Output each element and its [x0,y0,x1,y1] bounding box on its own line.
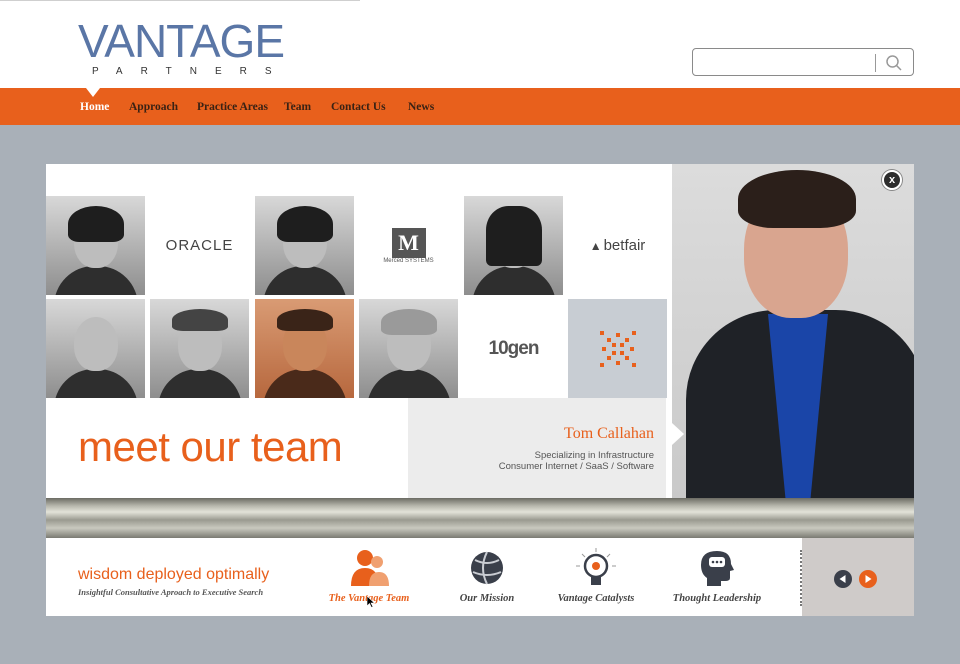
photo-shoulders [158,369,242,398]
photo-shoulders [54,266,138,295]
betfair-logo-tile[interactable]: ▲ betfair [568,196,667,295]
tengen-logo: 10gen [488,337,540,359]
decorative-rail [46,498,914,538]
search-icon[interactable] [885,54,903,72]
photo-shoulders [263,266,347,295]
photo-shoulders [472,266,556,295]
vantage-logo[interactable]: VANTAGE PARTNERS [78,18,285,82]
photo-shoulders [367,369,451,398]
team-photo-1[interactable] [46,196,145,295]
feature-our-mission[interactable]: Our Mission [432,546,542,610]
feature-label: Our Mission [459,593,515,604]
feature-vantage-catalysts[interactable]: Vantage Catalysts [541,546,651,610]
feature-bar: wisdom deployed optimally Insightful Con… [46,538,914,616]
search-input[interactable] [699,53,869,71]
tagline: wisdom deployed optimally [78,566,270,583]
search-divider [875,54,876,72]
logo-subtitle: PARTNERS [92,66,290,77]
photo-shoulders [54,369,138,398]
photo-face [74,317,118,371]
search-box [692,48,914,76]
thinking-head-icon [701,551,734,586]
photo-hair [277,309,333,331]
nav-team[interactable]: Team [284,101,311,113]
photo-shoulders [263,369,347,398]
featured-name: Tom Callahan [564,425,654,442]
photo-hair [486,206,542,266]
starburst-logo-tile[interactable] [568,299,667,398]
team-icon [351,550,389,586]
merced-logo-mark: M [391,227,426,258]
close-button[interactable]: x [882,170,902,190]
featured-photo [672,164,914,498]
oracle-logo: ORACLE [165,237,234,254]
featured-bio-panel: Tom Callahan Specializing in Infrastruct… [408,398,666,498]
photo-hair [172,309,228,331]
nav-practice-areas[interactable]: Practice Areas [197,101,268,113]
meet-our-team-heading: meet our team [78,423,343,470]
tengen-logo-tile[interactable]: 10gen [464,299,563,398]
featured-pointer [672,423,684,445]
logo-wordmark: VANTAGE [78,15,285,67]
betfair-arrow-icon: ▲ [589,238,602,253]
mouse-cursor-icon [367,596,375,608]
featured-specialty-2: Consumer Internet / SaaS / Software [498,461,654,472]
globe-icon [471,551,503,585]
carousel-controls [802,538,914,616]
photo-hair [381,309,437,335]
merced-logo-tile[interactable]: M Merced SYSTEMS [359,196,458,295]
arrow-right-icon[interactable] [859,570,877,588]
merced-logo-text: Merced SYSTEMS [383,257,434,264]
starburst-logo-icon [599,330,636,367]
feature-thought-leadership[interactable]: Thought Leadership [662,546,772,610]
arrow-left-icon[interactable] [834,570,852,588]
team-photo-5[interactable] [150,299,249,398]
hero-hair [738,170,856,228]
oracle-logo-tile[interactable]: ORACLE [150,196,249,295]
nav-contact-us[interactable]: Contact Us [331,101,386,113]
tagline-subtitle: Insightful Consultative Aproach to Execu… [78,587,264,597]
team-modal: ORACLE M Merced SYSTEMS ▲ betfair 10gen … [46,164,914,616]
featured-specialty-1: Specializing in Infrastructure [534,450,654,461]
team-photo-3[interactable] [464,196,563,295]
feature-label: Vantage Catalysts [557,593,635,604]
team-photo-2[interactable] [255,196,354,295]
team-photo-4[interactable] [46,299,145,398]
team-photo-7[interactable] [359,299,458,398]
top-rule [0,0,360,1]
photo-hair [68,206,124,242]
nav-active-pointer [86,88,100,97]
header: VANTAGE PARTNERS [0,0,960,88]
nav-news[interactable]: News [408,101,434,113]
team-photo-6[interactable] [255,299,354,398]
feature-label: Thought Leadership [672,593,762,604]
nav-approach[interactable]: Approach [129,101,178,113]
photo-hair [277,206,333,242]
nav-home[interactable]: Home [80,101,109,113]
lightbulb-icon [576,548,616,585]
betfair-logo: betfair [603,237,646,254]
